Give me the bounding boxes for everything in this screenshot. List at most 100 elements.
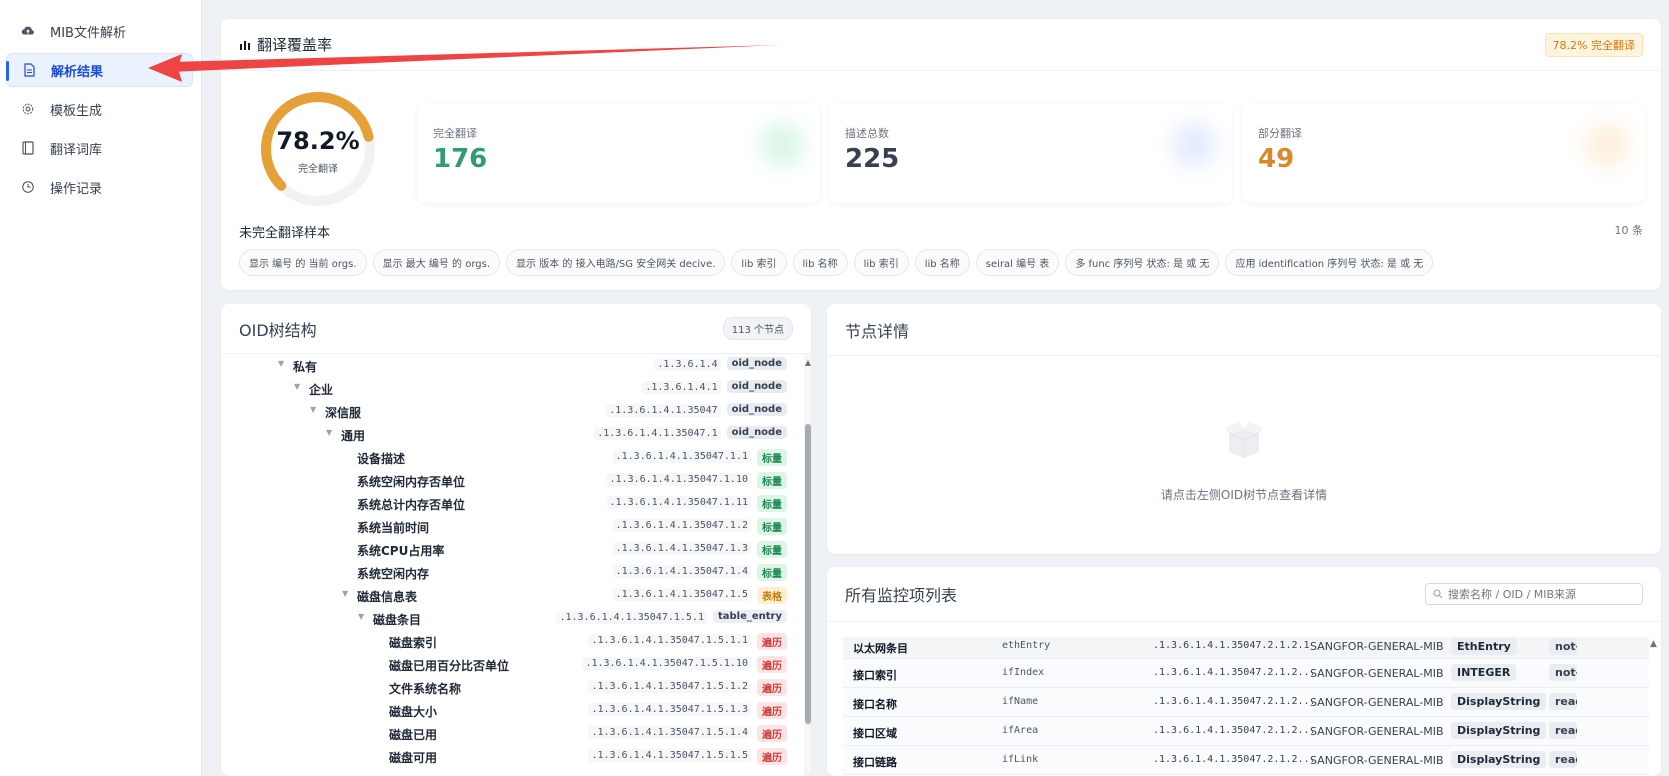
- tree-node-name: 系统空闲内存: [357, 567, 430, 581]
- tree-node-name: 磁盘已用百分比否单位: [389, 659, 510, 673]
- cell-name: 接口索引: [853, 669, 897, 682]
- tree-node-type-tag: oid_node: [726, 380, 787, 393]
- table-row[interactable]: 以太网条目 ethEntry .1.3.6.1.4.1.35047.2.1.2.1 S…: [843, 637, 1660, 659]
- tree-node[interactable]: 磁盘索引 遍历 .1.3.6.1.4.1.35047.1.5.1.1: [221, 630, 804, 653]
- cell-oid: .1.3.6.1.4.1.35047.2.1.2.1: [1153, 640, 1310, 651]
- scroll-up-icon[interactable]: ▲: [804, 358, 811, 367]
- table-row[interactable]: 接口名称 ifName .1.3.6.1.4.1.35047.2.1.2... SAN…: [843, 688, 1660, 717]
- tree-node-type-tag: table_entry: [712, 610, 787, 623]
- sidebar-item-template[interactable]: 模板生成: [6, 92, 193, 126]
- tree-node[interactable]: ▼ 磁盘信息表 表格 .1.3.6.1.4.1.35047.1.5: [221, 584, 804, 607]
- oid-tree: ▼ 私有 oid_node .1.3.6.1.4 ▼ 企业 oid_node .1.3.6.1…: [221, 354, 804, 768]
- cell-name: 以太网条目: [853, 642, 908, 655]
- tree-node-name: 通用: [341, 429, 366, 443]
- gear-icon: [20, 101, 36, 117]
- caret-down-icon[interactable]: ▼: [342, 589, 348, 598]
- tree-node-type-tag: oid_node: [726, 403, 787, 416]
- samples-title: 未完全翻译样本: [239, 226, 331, 241]
- caret-down-icon[interactable]: ▼: [358, 612, 364, 621]
- cell-access: read-only: [1549, 693, 1577, 710]
- sample-chip: seiral 编号 表: [975, 249, 1060, 276]
- tree-node[interactable]: 系统当前时间 标量 .1.3.6.1.4.1.35047.1.2: [221, 515, 804, 538]
- sample-chip: 应用 identification 序列号 状态: 是 或 无: [1225, 249, 1434, 276]
- tree-node-type-tag: 标量: [757, 449, 787, 466]
- tree-node-type-tag: 表格: [757, 587, 787, 604]
- clock-icon: [20, 179, 36, 195]
- stat-value: 49: [1258, 144, 1295, 174]
- tree-node[interactable]: ▼ 通用 oid_node .1.3.6.1.4.1.35047.1: [221, 423, 804, 446]
- caret-down-icon[interactable]: ▼: [310, 405, 316, 414]
- tree-node[interactable]: 磁盘可用 遍历 .1.3.6.1.4.1.35047.1.5.1.5: [221, 745, 804, 768]
- tree-scrollbar[interactable]: ▲: [804, 354, 811, 776]
- stat-label: 完全翻译: [433, 127, 477, 140]
- cell-type: INTEGER: [1451, 664, 1517, 681]
- scroll-up-icon[interactable]: ▲: [1650, 639, 1657, 649]
- cell-oid: .1.3.6.1.4.1.35047.2.1.2...: [1153, 696, 1316, 707]
- caret-down-icon[interactable]: ▼: [294, 382, 300, 391]
- tree-node-type-tag: oid_node: [726, 357, 787, 370]
- monitor-list-card: 所有监控项列表 以太网条目 ethEntry .1.3.6.1.4.1.35047.…: [827, 567, 1661, 776]
- tree-node[interactable]: 系统空闲内存否单位 标量 .1.3.6.1.4.1.35047.1.10: [221, 469, 804, 492]
- caret-down-icon[interactable]: ▼: [326, 428, 332, 437]
- tree-node[interactable]: 系统总计内存否单位 标量 .1.3.6.1.4.1.35047.1.11: [221, 492, 804, 515]
- cell-access: not-accessible: [1549, 638, 1577, 655]
- tree-node[interactable]: ▼ 磁盘条目 table_entry .1.3.6.1.4.1.35047.1.5.1: [221, 607, 804, 630]
- stat-label: 部分翻译: [1258, 127, 1302, 140]
- cell-type: DisplayString: [1451, 722, 1547, 739]
- tree-node[interactable]: 系统CPU占用率 标量 .1.3.6.1.4.1.35047.1.3: [221, 538, 804, 561]
- tree-node[interactable]: 磁盘已用百分比否单位 遍历 .1.3.6.1.4.1.35047.1.5.1.10: [221, 653, 804, 676]
- table-scrollbar[interactable]: ▲: [1649, 637, 1660, 776]
- tree-node-name: 设备描述: [357, 452, 406, 466]
- tree-node[interactable]: 磁盘大小 遍历 .1.3.6.1.4.1.35047.1.5.1.3: [221, 699, 804, 722]
- cell-access: not-accessible: [1549, 664, 1577, 681]
- tree-node-oid: .1.3.6.1.4.1.35047.1.11: [606, 496, 751, 509]
- tree-node[interactable]: ▼ 企业 oid_node .1.3.6.1.4.1: [221, 377, 804, 400]
- caret-down-icon[interactable]: ▼: [278, 359, 284, 368]
- sidebar: MIB文件解析 解析结果 模板生成 翻译词库 操作记录: [0, 0, 202, 776]
- tree-node-oid: .1.3.6.1.4.1.35047.1.5.1: [556, 611, 707, 624]
- sidebar-item-dictionary[interactable]: 翻译词库: [6, 131, 193, 165]
- sample-chip: 显示 最大 编号 的 orgs.: [372, 249, 501, 276]
- cell-type: EthEntry: [1451, 638, 1517, 655]
- tree-node[interactable]: 文件系统名称 遍历 .1.3.6.1.4.1.35047.1.5.1.2: [221, 676, 804, 699]
- stat-decoration: [760, 123, 804, 167]
- tree-node-type-tag: 遍历: [757, 679, 787, 696]
- sidebar-item-label: 模板生成: [50, 103, 103, 119]
- tree-node-type-tag: 标量: [757, 495, 787, 512]
- cell-symbol: ifLink: [1002, 754, 1039, 765]
- cell-mib-source: SANGFOR-GENERAL-MIB: [1310, 667, 1444, 680]
- tree-node-oid: .1.3.6.1.4.1.35047: [606, 404, 721, 417]
- tree-node[interactable]: ▼ 深信服 oid_node .1.3.6.1.4.1.35047: [221, 400, 804, 423]
- empty-hint: 请点击左侧OID树节点查看详情: [1160, 488, 1328, 502]
- sidebar-item-history[interactable]: 操作记录: [6, 170, 193, 204]
- sidebar-item-mib-parse[interactable]: MIB文件解析: [6, 14, 193, 48]
- cell-symbol: ifIndex: [1002, 667, 1045, 678]
- book-icon: [20, 140, 36, 156]
- tree-node-name: 系统CPU占用率: [357, 544, 445, 558]
- cell-access: read-only: [1549, 722, 1577, 739]
- scroll-thumb[interactable]: [805, 424, 811, 724]
- sidebar-item-parse-result[interactable]: 解析结果: [6, 53, 193, 87]
- cell-mib-source: SANGFOR-GENERAL-MIB: [1310, 754, 1444, 767]
- sidebar-item-label: 操作记录: [50, 181, 103, 197]
- cell-name: 接口名称: [853, 698, 897, 711]
- search-box[interactable]: [1425, 583, 1643, 605]
- sample-chip: lib 索引: [853, 249, 909, 276]
- tree-node[interactable]: ▼ 私有 oid_node .1.3.6.1.4: [221, 354, 804, 377]
- samples-count: 10 条: [1614, 224, 1644, 237]
- coverage-header: 翻译覆盖率 78.2% 完全翻译: [221, 19, 1661, 71]
- cell-oid: .1.3.6.1.4.1.35047.2.1.2...: [1153, 754, 1316, 765]
- table-row[interactable]: 接口链路 ifLink .1.3.6.1.4.1.35047.2.1.2... SAN…: [843, 746, 1660, 775]
- sample-chip: 多 func 序列号 状态: 是 或 无: [1065, 249, 1220, 276]
- tree-node-oid: .1.3.6.1.4.1.35047.1.5: [612, 588, 751, 601]
- tree-node-oid: .1.3.6.1.4.1.35047.1.5.1.1: [588, 634, 751, 647]
- coverage-gauge: 78.2% 完全翻译: [256, 87, 380, 211]
- table-row[interactable]: 接口区域 ifArea .1.3.6.1.4.1.35047.2.1.2... SAN…: [843, 717, 1660, 746]
- table-row[interactable]: 接口索引 ifIndex .1.3.6.1.4.1.35047.2.1.2... SA…: [843, 659, 1660, 688]
- tree-node[interactable]: 磁盘已用 遍历 .1.3.6.1.4.1.35047.1.5.1.4: [221, 722, 804, 745]
- tree-node-name: 磁盘可用: [389, 751, 438, 765]
- document-icon: [21, 62, 37, 78]
- search-input[interactable]: [1448, 587, 1628, 601]
- tree-node[interactable]: 设备描述 标量 .1.3.6.1.4.1.35047.1.1: [221, 446, 804, 469]
- tree-node[interactable]: 系统空闲内存 标量 .1.3.6.1.4.1.35047.1.4: [221, 561, 804, 584]
